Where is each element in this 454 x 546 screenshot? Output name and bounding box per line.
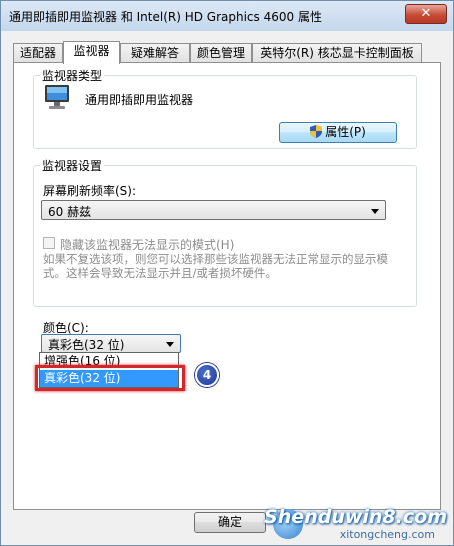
refresh-rate-value: 60 赫兹	[48, 205, 92, 219]
tab-color-management[interactable]: 颜色管理	[190, 43, 252, 63]
refresh-rate-label: 屏幕刷新频率(S):	[43, 184, 137, 198]
close-icon: ✕	[420, 6, 432, 21]
watermark-brand: Shenduwin8.com	[264, 506, 447, 528]
refresh-rate-select[interactable]: 60 赫兹	[41, 200, 386, 220]
chevron-down-icon	[371, 209, 379, 214]
window-title: 通用即插即用监视器 和 Intel(R) HD Graphics 4600 属性	[9, 10, 322, 24]
properties-button[interactable]: 属性(P)	[279, 122, 397, 143]
close-button[interactable]: ✕	[405, 4, 447, 24]
properties-dialog: 通用即插即用监视器 和 Intel(R) HD Graphics 4600 属性…	[0, 0, 454, 546]
monitor-name: 通用即插即用监视器	[85, 93, 194, 107]
hide-modes-description: 如果不复选该项，则您可以选择那些该监视器无法正常显示的显示模式。这样会导致无法显…	[43, 252, 388, 280]
tab-adapter[interactable]: 适配器	[13, 43, 63, 63]
color-selected-value: 真彩色(32 位)	[48, 338, 125, 352]
step-number-badge: 4	[195, 363, 219, 387]
tab-monitor[interactable]: 监视器	[63, 41, 120, 64]
monitor-icon	[45, 85, 69, 109]
title-bar[interactable]: 通用即插即用监视器 和 Intel(R) HD Graphics 4600 属性…	[1, 1, 453, 31]
hide-modes-checkbox[interactable]	[43, 237, 55, 249]
monitor-settings-group-label: 监视器设置	[40, 157, 105, 174]
tab-troubleshoot[interactable]: 疑难解答	[120, 43, 190, 63]
color-select[interactable]: 真彩色(32 位)	[41, 334, 181, 353]
tab-intel-control-panel[interactable]: 英特尔(R) 核芯显卡控制面板	[252, 43, 422, 63]
chevron-down-icon	[166, 342, 174, 347]
ok-button[interactable]: 确定	[194, 512, 266, 533]
properties-button-label: 属性(P)	[325, 125, 366, 139]
watermark-subtext: xitongcheng.com	[339, 528, 435, 541]
highlight-box	[35, 365, 185, 391]
hide-modes-label: 隐藏该监视器无法显示的模式(H)	[60, 238, 235, 252]
uac-shield-icon	[310, 125, 323, 138]
monitor-type-group-label: 监视器类型	[40, 67, 105, 84]
